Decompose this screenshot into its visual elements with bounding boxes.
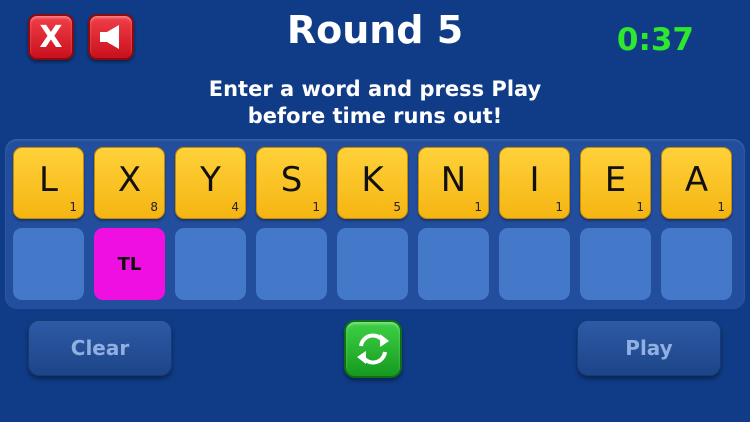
word-slot-triple-letter[interactable]: TL	[94, 228, 165, 300]
word-slot[interactable]	[499, 228, 570, 300]
game-board: L 1 X 8 Y 4 S 1 K 5 N 1 I 1 E 1 A 1 TL	[5, 139, 745, 309]
letter-tile[interactable]: I 1	[499, 147, 570, 219]
word-slot[interactable]	[256, 228, 327, 300]
instruction-line-1: Enter a word and press Play	[208, 77, 542, 101]
letter-tile[interactable]: Y 4	[175, 147, 246, 219]
tile-points: 1	[555, 200, 563, 214]
tile-points: 1	[636, 200, 644, 214]
tile-points: 5	[393, 200, 401, 214]
letter-tile[interactable]: E 1	[580, 147, 651, 219]
word-slot[interactable]	[175, 228, 246, 300]
letter-tile[interactable]: L 1	[13, 147, 84, 219]
word-slot[interactable]	[661, 228, 732, 300]
letter-tile[interactable]: N 1	[418, 147, 489, 219]
shuffle-button[interactable]	[344, 320, 402, 378]
instructions: Enter a word and press Play before time …	[0, 76, 750, 130]
tile-letter: S	[280, 160, 303, 200]
tile-points: 1	[312, 200, 320, 214]
timer: 0:37	[616, 22, 694, 58]
word-slot[interactable]	[13, 228, 84, 300]
slot-bonus: TL	[117, 253, 142, 275]
tile-letter: I	[529, 160, 540, 200]
tile-letter: K	[361, 160, 384, 200]
tile-letter: L	[39, 160, 58, 200]
instruction-line-2: before time runs out!	[247, 104, 503, 128]
word-slot[interactable]	[418, 228, 489, 300]
tile-points: 8	[150, 200, 158, 214]
tile-letter: N	[440, 160, 467, 200]
shuffle-icon	[357, 333, 389, 365]
clear-button[interactable]: Clear	[28, 320, 172, 376]
word-slot[interactable]	[580, 228, 651, 300]
tile-letter: E	[604, 160, 627, 200]
tile-points: 1	[474, 200, 482, 214]
play-button[interactable]: Play	[577, 320, 721, 376]
tile-letter: Y	[200, 160, 221, 200]
tile-points: 1	[69, 200, 77, 214]
letter-tile[interactable]: K 5	[337, 147, 408, 219]
letter-tile[interactable]: X 8	[94, 147, 165, 219]
tile-points: 4	[231, 200, 239, 214]
tile-letter: A	[684, 160, 709, 200]
letter-tile[interactable]: S 1	[256, 147, 327, 219]
letter-tile[interactable]: A 1	[661, 147, 732, 219]
tile-points: 1	[717, 200, 725, 214]
word-slot[interactable]	[337, 228, 408, 300]
tile-letter: X	[117, 160, 142, 200]
